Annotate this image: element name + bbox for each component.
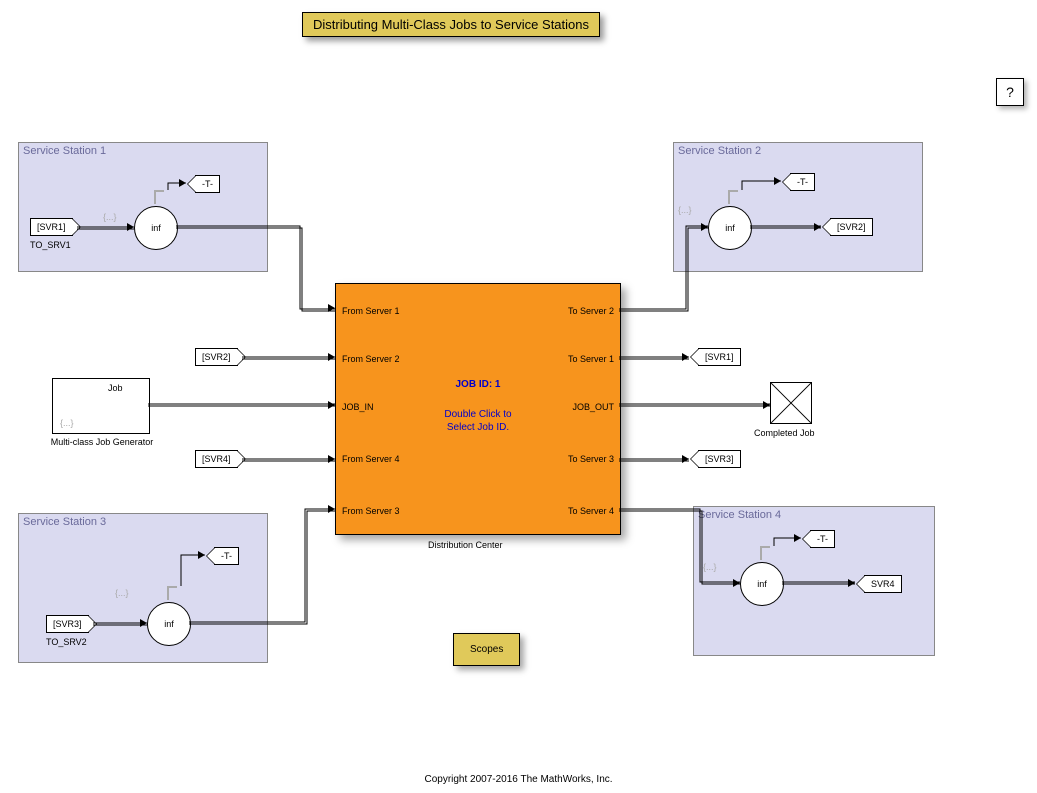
job-generator-caption: Multi-class Job Generator bbox=[42, 437, 162, 447]
service-station-2[interactable]: Service Station 2 bbox=[673, 142, 923, 272]
service-station-1[interactable]: Service Station 1 bbox=[18, 142, 268, 272]
station4-t-tag[interactable]: -T- bbox=[810, 530, 835, 548]
port-to-server-2: To Server 2 bbox=[568, 306, 614, 316]
job-id-text: JOB ID: 1 bbox=[336, 379, 620, 390]
distribution-center-block[interactable]: From Server 1 From Server 2 JOB_IN From … bbox=[335, 283, 621, 535]
station1-stub2-icon bbox=[156, 190, 164, 192]
hint-line-2: Select Job ID. bbox=[336, 422, 620, 433]
help-button[interactable]: ? bbox=[996, 78, 1024, 106]
station-3-label: Service Station 3 bbox=[23, 516, 106, 528]
station4-server-circle[interactable]: inf bbox=[740, 562, 784, 606]
station-4-label: Service Station 4 bbox=[698, 509, 781, 521]
station1-server-circle[interactable]: inf bbox=[134, 206, 178, 250]
port-to-server-1: To Server 1 bbox=[568, 354, 614, 364]
terminator-block[interactable] bbox=[770, 382, 812, 424]
job-generator-outport: Job bbox=[108, 383, 123, 393]
copyright-text: Copyright 2007-2016 The MathWorks, Inc. bbox=[0, 774, 1037, 785]
station3-stub2-icon bbox=[169, 586, 177, 588]
station3-server-circle[interactable]: inf bbox=[147, 602, 191, 646]
svr3-tag-label: TO_SRV2 bbox=[46, 637, 87, 647]
station2-server-circle[interactable]: inf bbox=[708, 206, 752, 250]
station1-stub-icon bbox=[154, 190, 156, 204]
svr4-goto-tag[interactable]: SVR4 bbox=[864, 575, 902, 593]
svr1-goto-tag[interactable]: [SVR1] bbox=[698, 348, 741, 366]
station2-stub2-icon bbox=[730, 190, 738, 192]
station4-stub2-icon bbox=[762, 546, 770, 548]
station2-t-tag[interactable]: -T- bbox=[790, 173, 815, 191]
station3-t-tag[interactable]: -T- bbox=[214, 547, 239, 565]
scopes-block[interactable]: Scopes bbox=[453, 633, 520, 666]
distribution-center-caption: Distribution Center bbox=[428, 540, 503, 550]
svr2-from-tag[interactable]: [SVR2] bbox=[195, 348, 238, 366]
svr1-from-tag[interactable]: [SVR1] bbox=[30, 218, 73, 236]
station2-stub-icon bbox=[728, 190, 730, 204]
station1-curly: {...} bbox=[103, 212, 117, 222]
station1-t-tag[interactable]: -T- bbox=[195, 175, 220, 193]
diagram-title: Distributing Multi-Class Jobs to Service… bbox=[302, 12, 600, 37]
station-2-label: Service Station 2 bbox=[678, 145, 761, 157]
svr3-goto-tag[interactable]: [SVR3] bbox=[698, 450, 741, 468]
port-from-server-1: From Server 1 bbox=[342, 306, 400, 316]
station4-curly: {...} bbox=[703, 562, 717, 572]
generator-curly: {...} bbox=[60, 418, 74, 428]
station3-curly: {...} bbox=[115, 588, 129, 598]
hint-line-1: Double Click to bbox=[336, 409, 620, 420]
completed-job-label: Completed Job bbox=[754, 428, 815, 438]
port-from-server-4: From Server 4 bbox=[342, 454, 400, 464]
port-from-server-2: From Server 2 bbox=[342, 354, 400, 364]
port-to-server-4: To Server 4 bbox=[568, 506, 614, 516]
model-canvas: Distributing Multi-Class Jobs to Service… bbox=[0, 0, 1037, 793]
svr2-goto-tag[interactable]: [SVR2] bbox=[830, 218, 873, 236]
station4-stub-icon bbox=[760, 546, 762, 560]
station2-curly: {...} bbox=[678, 205, 692, 215]
svr4-from-tag[interactable]: [SVR4] bbox=[195, 450, 238, 468]
station-1-label: Service Station 1 bbox=[23, 145, 106, 157]
port-to-server-3: To Server 3 bbox=[568, 454, 614, 464]
station3-stub-icon bbox=[167, 586, 169, 600]
svr3-from-tag[interactable]: [SVR3] bbox=[46, 615, 89, 633]
svr1-tag-label: TO_SRV1 bbox=[30, 240, 71, 250]
port-from-server-3: From Server 3 bbox=[342, 506, 400, 516]
